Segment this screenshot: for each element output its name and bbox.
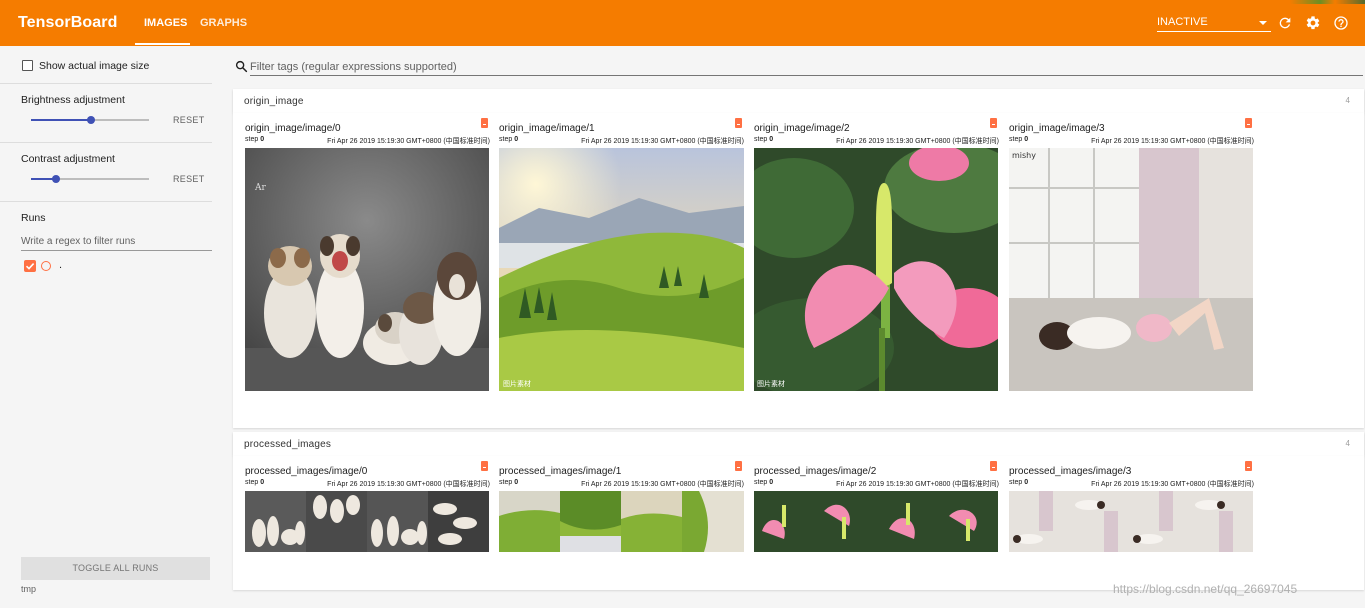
image-card-title: processed_images/image/0 — [245, 466, 368, 477]
contrast-slider-handle[interactable] — [52, 175, 60, 183]
chevron-down-icon — [1259, 21, 1267, 25]
image-card-title: processed_images/image/3 — [1009, 466, 1132, 477]
image-processed-flower[interactable] — [754, 491, 998, 552]
image-card-step: step 0 — [245, 136, 265, 143]
image-card-step: step 0 — [499, 479, 519, 486]
decorative-strip — [1290, 0, 1365, 4]
image-card-timestamp: Fri Apr 26 2019 15:19:30 GMT+0800 (中国标准时… — [1091, 481, 1254, 488]
divider — [0, 142, 212, 143]
run-color-badge — [990, 118, 997, 128]
image-card-step: step 0 — [754, 479, 774, 486]
image-card-timestamp: Fri Apr 26 2019 15:19:30 GMT+0800 (中国标准时… — [1091, 138, 1254, 145]
section-title: origin_image — [244, 96, 304, 107]
search-icon — [235, 60, 248, 73]
image-card-title: processed_images/image/2 — [754, 466, 877, 477]
section-count: 4 — [1345, 96, 1350, 105]
image-processed-landscape[interactable] — [499, 491, 744, 552]
image-card-step: step 0 — [245, 479, 265, 486]
tab-images[interactable]: IMAGES — [144, 17, 187, 29]
refresh-icon[interactable] — [1277, 15, 1293, 31]
image-card-title: origin_image/image/2 — [754, 123, 850, 134]
image-portrait[interactable]: mishy — [1009, 148, 1253, 391]
section-header-processed-images[interactable]: processed_images 4 — [233, 432, 1364, 456]
image-card-timestamp: Fri Apr 26 2019 15:19:30 GMT+0800 (中国标准时… — [581, 481, 744, 488]
active-tab-indicator — [135, 43, 190, 45]
contrast-label: Contrast adjustment — [21, 153, 115, 165]
gear-icon[interactable] — [1305, 15, 1321, 31]
image-card-timestamp: Fri Apr 26 2019 15:19:30 GMT+0800 (中国标准时… — [327, 138, 490, 145]
brightness-label: Brightness adjustment — [21, 94, 125, 106]
section-count: 4 — [1345, 439, 1350, 448]
image-card-timestamp: Fri Apr 26 2019 15:19:30 GMT+0800 (中国标准时… — [581, 138, 744, 145]
image-puppies[interactable]: Ar — [245, 148, 489, 391]
image-processed-portrait[interactable] — [1009, 491, 1253, 552]
run-label: . — [59, 259, 63, 271]
image-card-timestamp: Fri Apr 26 2019 15:19:30 GMT+0800 (中国标准时… — [836, 481, 999, 488]
brightness-slider-fill — [31, 119, 91, 121]
run-color-badge — [735, 461, 742, 471]
run-color-badge — [990, 461, 997, 471]
image-card-title: origin_image/image/3 — [1009, 123, 1105, 134]
brightness-reset-button[interactable]: RESET — [173, 115, 205, 125]
svg-text:Ar: Ar — [254, 183, 266, 193]
image-card-title: processed_images/image/1 — [499, 466, 622, 477]
logdir-label: tmp — [21, 584, 37, 594]
section-body-origin-image: origin_image/image/0 step 0 Fri Apr 26 2… — [233, 113, 1364, 428]
svg-text:图片素材: 图片素材 — [757, 379, 785, 388]
run-color-badge — [481, 461, 488, 471]
image-card-step: step 0 — [1009, 479, 1029, 486]
show-actual-size-label: Show actual image size — [39, 60, 150, 72]
sidebar: Show actual image size Brightness adjust… — [0, 46, 222, 608]
brightness-slider[interactable] — [31, 116, 149, 124]
run-color-badge — [1245, 461, 1252, 471]
contrast-slider[interactable] — [31, 175, 149, 183]
image-card-step: step 0 — [499, 136, 519, 143]
tag-filter-input[interactable] — [250, 58, 1363, 76]
brightness-slider-handle[interactable] — [87, 116, 95, 124]
image-flower[interactable]: 图片素材 — [754, 148, 998, 391]
runs-filter-input[interactable] — [21, 233, 212, 251]
image-card-timestamp: Fri Apr 26 2019 15:19:30 GMT+0800 (中国标准时… — [327, 481, 490, 488]
image-landscape[interactable]: 图片素材 — [499, 148, 744, 391]
section-title: processed_images — [244, 439, 332, 450]
reload-select-value: INACTIVE — [1157, 16, 1208, 28]
runs-label: Runs — [21, 212, 46, 224]
check-icon — [25, 263, 35, 270]
run-color-badge — [735, 118, 742, 128]
help-icon[interactable] — [1333, 15, 1349, 31]
image-card-step: step 0 — [1009, 136, 1029, 143]
reload-select[interactable]: INACTIVE — [1157, 14, 1271, 32]
image-card-step: step 0 — [754, 136, 774, 143]
image-card-title: origin_image/image/1 — [499, 123, 595, 134]
run-color-badge — [481, 118, 488, 128]
app-title: TensorBoard — [18, 14, 118, 31]
svg-text:mishy: mishy — [1012, 151, 1036, 160]
run-checkbox[interactable] — [24, 260, 36, 272]
toggle-all-runs-button[interactable]: TOGGLE ALL RUNS — [21, 557, 210, 580]
image-processed-puppies[interactable] — [245, 491, 489, 552]
top-app-bar: TensorBoard IMAGES GRAPHS INACTIVE — [0, 0, 1365, 46]
contrast-reset-button[interactable]: RESET — [173, 174, 205, 184]
image-card-timestamp: Fri Apr 26 2019 15:19:30 GMT+0800 (中国标准时… — [836, 138, 999, 145]
run-color-badge — [1245, 118, 1252, 128]
section-body-processed-images: processed_images/image/0 step 0 Fri Apr … — [233, 456, 1364, 590]
svg-text:图片素材: 图片素材 — [503, 379, 531, 388]
divider — [0, 201, 212, 202]
tab-graphs[interactable]: GRAPHS — [200, 17, 247, 29]
divider — [0, 83, 212, 84]
run-color-swatch[interactable] — [41, 261, 51, 271]
watermark: https://blog.csdn.net/qq_26697045 — [1113, 582, 1298, 596]
image-card-title: origin_image/image/0 — [245, 123, 341, 134]
section-header-origin-image[interactable]: origin_image 4 — [233, 89, 1364, 113]
show-actual-size-checkbox[interactable] — [22, 60, 33, 71]
